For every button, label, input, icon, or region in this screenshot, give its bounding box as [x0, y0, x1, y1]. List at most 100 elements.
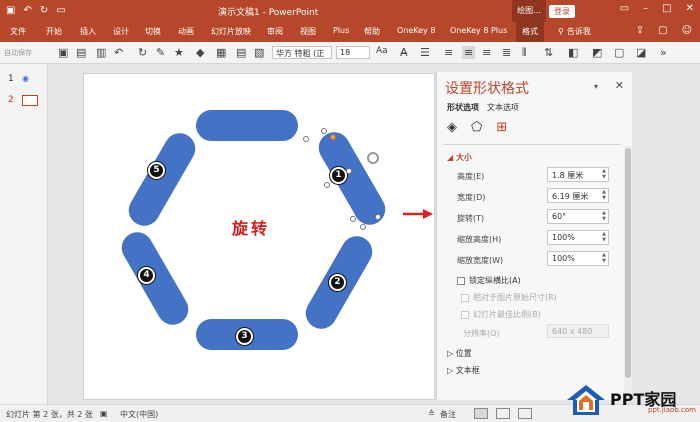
- tab-transitions[interactable]: 切换: [145, 26, 161, 37]
- tab-slideshow[interactable]: 幻灯片放映: [211, 26, 251, 37]
- lock-aspect-checkbox[interactable]: 锁定纵横比(A): [457, 275, 521, 286]
- tell-me-box[interactable]: ⚲ 告诉我: [558, 26, 591, 37]
- close-icon[interactable]: ✕: [686, 3, 694, 14]
- textbox-icon[interactable]: ▧: [254, 46, 264, 59]
- language-indicator[interactable]: 中文(中国): [120, 409, 158, 420]
- font-size-select[interactable]: 18: [336, 46, 370, 59]
- spinner-icon[interactable]: ▲ ▼: [602, 210, 606, 222]
- slide-thumbnail-2[interactable]: [22, 95, 38, 106]
- tab-design[interactable]: 设计: [113, 26, 129, 37]
- new-icon[interactable]: ▥: [96, 46, 106, 59]
- justify-icon[interactable]: ≣: [502, 46, 511, 59]
- sorter-view-icon[interactable]: [496, 408, 510, 419]
- slide-center-text[interactable]: 旋转: [232, 215, 270, 239]
- align-center-icon[interactable]: ≡: [462, 46, 476, 59]
- scale-height-field[interactable]: 100% ▲ ▼: [547, 230, 609, 245]
- ribbon-display-icon[interactable]: ▭: [620, 3, 629, 14]
- align-left-icon[interactable]: ≡: [444, 46, 453, 59]
- tab-view[interactable]: 视图: [300, 26, 316, 37]
- resize-handle[interactable]: [346, 168, 352, 174]
- hexagon-bar-5[interactable]: [123, 127, 201, 232]
- scrollbar-thumb[interactable]: [625, 148, 631, 378]
- tab-home[interactable]: 开始: [46, 26, 62, 37]
- tab-help[interactable]: 帮助: [364, 26, 380, 37]
- share-icon[interactable]: ⇪: [636, 25, 644, 36]
- tab-review[interactable]: 审阅: [267, 26, 283, 37]
- shape-effects-icon[interactable]: ◪: [636, 46, 646, 59]
- notes-icon[interactable]: ≙: [428, 409, 435, 418]
- section-size[interactable]: ◢ 大小: [447, 152, 472, 163]
- tab-plus[interactable]: Plus: [333, 26, 349, 35]
- arrange-icon[interactable]: ◧: [568, 46, 578, 59]
- resize-handle[interactable]: [360, 224, 366, 230]
- section-position[interactable]: ▷ 位置: [447, 348, 472, 359]
- comment-icon[interactable]: ▢: [658, 25, 667, 36]
- tab-file[interactable]: 文件: [10, 26, 26, 37]
- adjust-handle[interactable]: [330, 134, 336, 140]
- accessibility-icon[interactable]: ▣: [100, 409, 108, 418]
- save-icon[interactable]: ▣: [6, 5, 15, 16]
- columns-icon[interactable]: ⫴: [522, 46, 527, 60]
- tab-insert[interactable]: 插入: [80, 26, 96, 37]
- height-field[interactable]: 1.8 厘米 ▲ ▼: [547, 167, 609, 182]
- normal-view-icon[interactable]: [474, 408, 488, 419]
- rotation-field[interactable]: 60° ▲ ▼: [547, 209, 609, 224]
- login-button[interactable]: 登录: [549, 5, 575, 18]
- save-as-icon[interactable]: ▤: [76, 46, 86, 59]
- pen-icon[interactable]: ✎: [156, 46, 165, 59]
- fill-line-icon[interactable]: ◈: [447, 120, 457, 135]
- undo-icon[interactable]: ↶: [114, 46, 123, 59]
- hexagon-bar-top[interactable]: [196, 110, 298, 141]
- tab-onekey[interactable]: OneKey 8: [397, 26, 435, 35]
- shapes-icon[interactable]: ◆: [196, 46, 204, 59]
- resize-handle[interactable]: [321, 128, 327, 134]
- resize-handle[interactable]: [350, 216, 356, 222]
- picture-icon[interactable]: ▦: [216, 46, 226, 59]
- clear-format-icon[interactable]: A̶: [400, 46, 408, 59]
- checkbox-box[interactable]: [457, 276, 465, 285]
- shape-fill-icon[interactable]: ◩: [592, 46, 602, 59]
- align-right-icon[interactable]: ≡: [482, 46, 491, 59]
- tab-onekey-plus[interactable]: OneKey 8 Plus: [450, 26, 507, 35]
- spinner-icon[interactable]: ▲ ▼: [602, 252, 606, 264]
- spinner-icon[interactable]: ▲ ▼: [602, 168, 606, 180]
- autosave-label[interactable]: 自动保存: [4, 48, 32, 58]
- tab-shape-options[interactable]: 形状选项: [447, 102, 479, 113]
- text-direction-icon[interactable]: ⇅: [544, 46, 553, 59]
- redo-icon[interactable]: ↻: [40, 5, 48, 16]
- resize-handle[interactable]: [375, 214, 381, 220]
- shape-outline-icon[interactable]: ▢: [614, 46, 624, 59]
- effects-icon[interactable]: ⬠: [471, 120, 482, 135]
- scale-width-field[interactable]: 100% ▲ ▼: [547, 251, 609, 266]
- maximize-icon[interactable]: □: [662, 3, 671, 14]
- undo-icon[interactable]: ↶: [23, 5, 31, 16]
- redo-icon[interactable]: ↻: [138, 46, 147, 59]
- rotate-handle-icon[interactable]: [367, 152, 379, 164]
- minimize-icon[interactable]: –: [643, 3, 648, 14]
- pane-scrollbar[interactable]: [624, 146, 632, 396]
- font-case-button[interactable]: Aa: [376, 46, 388, 56]
- slide-canvas[interactable]: 1 2 3 4 5 旋转: [83, 73, 435, 400]
- hexagon-bar-4[interactable]: [116, 226, 194, 331]
- star-icon[interactable]: ★: [174, 46, 184, 59]
- tab-animations[interactable]: 动画: [178, 26, 194, 37]
- spinner-icon[interactable]: ▲ ▼: [602, 189, 606, 201]
- table-icon[interactable]: ▤: [236, 46, 246, 59]
- resize-handle[interactable]: [303, 136, 309, 142]
- resize-handle[interactable]: [324, 182, 330, 188]
- width-field[interactable]: 6.19 厘米 ▲ ▼: [547, 188, 609, 203]
- close-icon[interactable]: ✕: [615, 79, 624, 92]
- slide-1-animation-icon[interactable]: ◉: [22, 74, 38, 85]
- size-properties-icon[interactable]: ⊞: [496, 120, 507, 135]
- notes-button[interactable]: 备注: [440, 409, 456, 420]
- pane-options-icon[interactable]: ▾: [594, 82, 598, 91]
- emoji-icon[interactable]: ☺: [682, 25, 692, 36]
- spinner-icon[interactable]: ▲ ▼: [602, 231, 606, 243]
- font-name-select[interactable]: 华方 特粗 (正: [272, 46, 332, 59]
- tab-format[interactable]: 格式: [516, 22, 544, 42]
- slideshow-icon[interactable]: ▭: [56, 5, 65, 16]
- tab-text-options[interactable]: 文本选项: [487, 102, 519, 113]
- section-textbox[interactable]: ▷ 文本框: [447, 365, 480, 376]
- bullets-icon[interactable]: ☰: [420, 46, 430, 59]
- reading-view-icon[interactable]: [518, 408, 532, 419]
